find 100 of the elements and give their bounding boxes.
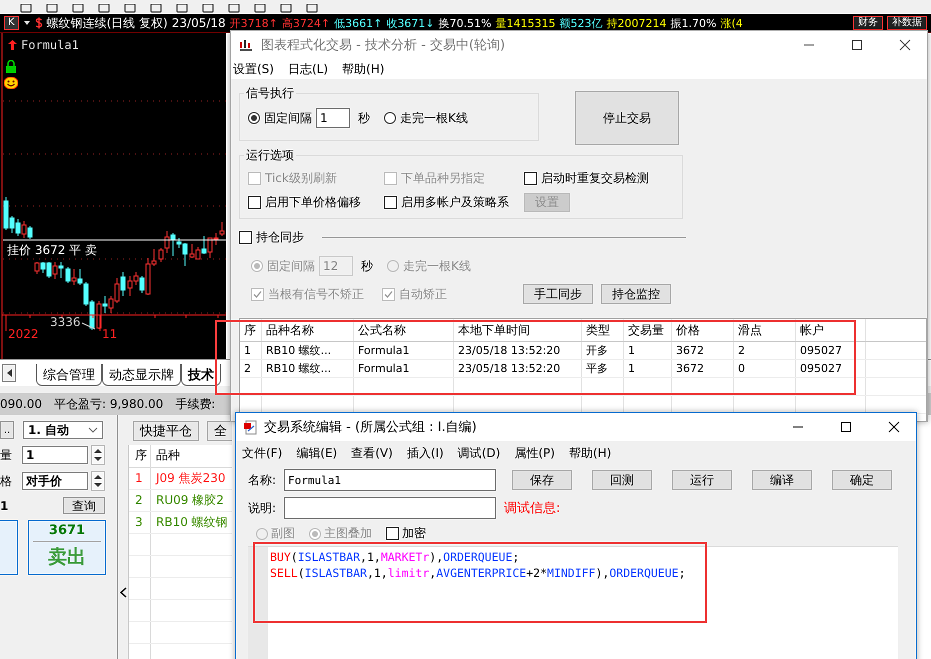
sync-button[interactable]: 手工同步 bbox=[523, 284, 593, 304]
symbol-title: 螺纹钢连续(日线 复权) bbox=[46, 14, 168, 32]
price-field[interactable]: 对手价 bbox=[22, 472, 88, 490]
menu-item[interactable]: 帮助(H) bbox=[568, 444, 612, 462]
table-cell: 1 bbox=[129, 468, 151, 489]
column-header[interactable]: 品种名称 bbox=[262, 319, 354, 341]
toolbar-button[interactable]: 保存 bbox=[512, 470, 572, 490]
maximize-icon[interactable] bbox=[851, 39, 863, 51]
column-header[interactable]: 交易量 bbox=[624, 319, 672, 341]
column-header[interactable]: 帐户 bbox=[796, 319, 866, 341]
sheet-tab[interactable]: 动态显示牌 bbox=[102, 364, 181, 386]
column-header[interactable]: 序 bbox=[129, 445, 151, 467]
query-button[interactable]: 查询 bbox=[63, 497, 105, 514]
scroll-left-button[interactable] bbox=[2, 364, 16, 382]
option-label: 副图 bbox=[271, 525, 295, 542]
toolbar-button[interactable]: 快捷平仓 bbox=[133, 421, 199, 441]
quantity-field[interactable]: 1 bbox=[22, 446, 88, 464]
column-header[interactable]: 价格 bbox=[672, 319, 734, 341]
menu-item[interactable]: 文件(F) bbox=[242, 444, 282, 462]
window-title: 图表程式化交易 - 技术分析 - 交易中(轮询) bbox=[261, 37, 506, 54]
radio-button[interactable] bbox=[248, 112, 260, 124]
toolbar-icon[interactable] bbox=[72, 4, 84, 14]
column-header[interactable]: 公式名称 bbox=[354, 319, 454, 341]
toolbar-icon[interactable] bbox=[228, 4, 240, 14]
option-label: 加密 bbox=[402, 525, 426, 542]
indicator-name: Formula1 bbox=[21, 38, 79, 52]
toolbar-icon[interactable] bbox=[202, 4, 214, 14]
unit-label: 秒 bbox=[358, 110, 370, 126]
document-icon bbox=[244, 420, 258, 434]
more-button[interactable]: .. bbox=[0, 421, 14, 439]
code-editor[interactable]: BUY(ISLASTBAR,1,MARKETr),ORDERQUEUE; SELL(ISLASTBAR,1,limitr,AVGENTERPRICE+2*MINDIFF),ORDERQUEUE; bbox=[248, 546, 898, 659]
radio-button[interactable] bbox=[384, 112, 396, 124]
checkbox-label: Tick级别刷新 bbox=[265, 170, 337, 187]
toolbar-button[interactable]: 确定 bbox=[832, 470, 892, 490]
sheet-tab[interactable]: 技术 bbox=[181, 364, 221, 386]
close-icon[interactable] bbox=[888, 421, 900, 433]
toolbar-icon[interactable] bbox=[98, 4, 110, 14]
menu-item[interactable]: 插入(I) bbox=[406, 444, 444, 462]
mode-select[interactable]: 1. 自动 bbox=[23, 421, 103, 439]
toolbar-button[interactable]: 运行 bbox=[672, 470, 732, 490]
table-cell-text: RU09 橡胶2 bbox=[155, 492, 225, 509]
sync-button[interactable]: 持仓监控 bbox=[601, 284, 671, 304]
code-line: BUY(ISLASTBAR,1,MARKETr),ORDERQUEUE; bbox=[270, 549, 520, 565]
close-icon[interactable] bbox=[899, 39, 911, 51]
table-cell: 0 bbox=[734, 360, 796, 377]
column-header[interactable]: 品种 bbox=[151, 445, 232, 467]
toolbar-icon[interactable] bbox=[20, 4, 32, 14]
checkbox-label: 启用下单价格偏移 bbox=[265, 194, 361, 211]
info-text: 1 bbox=[0, 498, 8, 512]
toolbar-button[interactable]: 编译 bbox=[752, 470, 812, 490]
field-label: 格 bbox=[0, 472, 13, 490]
quote-date: 23/05/18 bbox=[172, 16, 226, 30]
menu-item[interactable]: 帮助(H) bbox=[342, 60, 384, 78]
radio-label: 走完一根K线 bbox=[403, 258, 471, 274]
toolbar-icon[interactable] bbox=[150, 4, 162, 14]
menu-item[interactable]: 日志(L) bbox=[288, 60, 328, 78]
interval-field[interactable]: 1 bbox=[316, 108, 350, 128]
checkbox[interactable] bbox=[239, 231, 252, 244]
column-header[interactable]: 本地下单时间 bbox=[454, 319, 582, 341]
column-header[interactable]: 类型 bbox=[582, 319, 624, 341]
sheet-tab[interactable]: 综合管理 bbox=[36, 364, 102, 386]
table-cell: 095027 bbox=[796, 360, 866, 377]
menu-item[interactable]: 属性(P) bbox=[514, 444, 555, 462]
toolbar-icon[interactable] bbox=[46, 4, 58, 14]
table-cell: Formula1 bbox=[354, 360, 454, 377]
maximize-icon[interactable] bbox=[840, 421, 852, 433]
menu-item[interactable]: 调试(D) bbox=[458, 444, 500, 462]
toolbar-button[interactable]: 回测 bbox=[592, 470, 652, 490]
toolbar-button[interactable]: 全 bbox=[207, 421, 234, 441]
order-line-label: 挂价 3672 平 卖 bbox=[7, 242, 97, 259]
toolbar-icon[interactable] bbox=[124, 4, 136, 14]
smiley-icon[interactable] bbox=[4, 77, 18, 89]
chart-type-button[interactable]: K bbox=[4, 16, 19, 30]
low-price-label: 3336 bbox=[50, 315, 81, 329]
sell-button[interactable]: 3671 卖出 bbox=[28, 520, 106, 575]
description-field[interactable] bbox=[284, 497, 496, 519]
name-field[interactable]: Formula1 bbox=[284, 469, 496, 491]
checkbox[interactable] bbox=[384, 196, 397, 209]
spinner[interactable] bbox=[91, 445, 105, 465]
lock-icon[interactable] bbox=[5, 60, 17, 73]
spinner[interactable] bbox=[91, 471, 105, 491]
quote-button[interactable]: 财务 bbox=[853, 16, 883, 30]
quote-field: 涨(4 bbox=[720, 16, 743, 30]
checkbox[interactable] bbox=[524, 172, 537, 185]
menu-item[interactable]: 编辑(E) bbox=[296, 444, 338, 462]
menu-item[interactable]: 查看(V) bbox=[351, 444, 393, 462]
toolbar-icon[interactable] bbox=[176, 4, 188, 14]
collapse-icon[interactable] bbox=[120, 586, 126, 598]
stop-trading-button[interactable]: 停止交易 bbox=[575, 91, 679, 145]
column-header[interactable]: 滑点 bbox=[734, 319, 796, 341]
column-header[interactable]: 序 bbox=[240, 319, 262, 341]
toolbar-icon[interactable] bbox=[306, 4, 318, 14]
quote-field: 额523亿 bbox=[559, 16, 602, 30]
table-cell: 095027 bbox=[796, 342, 866, 359]
checkbox[interactable] bbox=[386, 527, 399, 540]
checkbox[interactable] bbox=[248, 196, 261, 209]
quote-button[interactable]: 补数据 bbox=[887, 16, 927, 30]
menu-item[interactable]: 设置(S) bbox=[233, 60, 274, 78]
toolbar-icon[interactable] bbox=[280, 4, 292, 14]
toolbar-icon[interactable] bbox=[254, 4, 266, 14]
